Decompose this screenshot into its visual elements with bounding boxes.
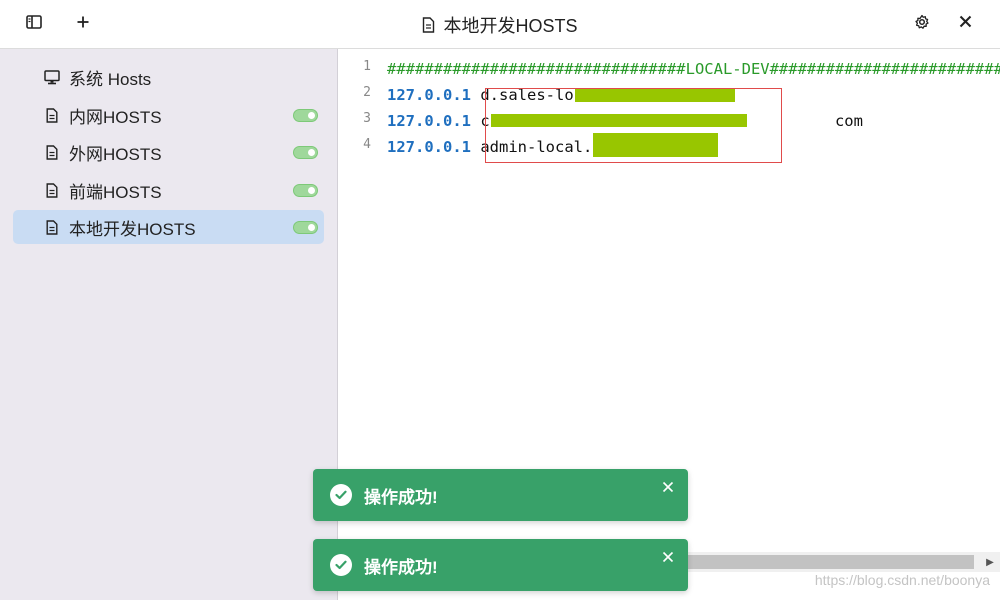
toast-message: 操作成功! — [364, 487, 438, 507]
enable-toggle[interactable] — [293, 109, 318, 122]
sidebar: 系统 Hosts 内网HOSTS 外网HOSTS 前端HOSTS 本地开发HOS… — [0, 49, 338, 600]
window-title: 本地开发HOSTS — [0, 0, 1000, 49]
enable-toggle[interactable] — [293, 146, 318, 159]
scroll-right-icon[interactable]: ▶ — [980, 552, 1000, 572]
sidebar-item-label: 外网HOSTS — [69, 144, 162, 164]
document-icon — [422, 16, 435, 33]
success-toast: 操作成功! — [313, 539, 688, 591]
add-hosts-button[interactable] — [68, 9, 98, 39]
line-number: 3 — [363, 111, 371, 126]
sidebar-item-label: 内网HOSTS — [69, 107, 162, 127]
check-circle-icon — [330, 484, 352, 506]
sidebar-item-label: 本地开发HOSTS — [69, 219, 196, 239]
ip-address: 127.0.0.1 — [387, 138, 471, 156]
monitor-icon — [42, 69, 62, 85]
success-toast: 操作成功! — [313, 469, 688, 521]
plus-icon — [76, 15, 90, 34]
sidebar-item-label: 系统 Hosts — [69, 69, 152, 89]
highlight-box — [485, 88, 782, 163]
toast-message: 操作成功! — [364, 557, 438, 577]
ip-address: 127.0.0.1 — [387, 86, 471, 104]
ip-address: 127.0.0.1 — [387, 112, 471, 130]
close-icon[interactable] — [660, 479, 676, 495]
sidebar-toggle-button[interactable] — [19, 9, 49, 39]
document-icon — [42, 219, 62, 235]
sidebar-icon — [26, 14, 42, 34]
document-icon — [42, 182, 62, 198]
sidebar-item-frontend-hosts[interactable]: 前端HOSTS — [13, 173, 324, 207]
close-window-button[interactable] — [950, 9, 980, 39]
line-number: 2 — [363, 85, 371, 100]
watermark: https://blog.csdn.net/boonya — [814, 572, 990, 588]
gear-icon — [914, 14, 930, 35]
comment-text: ################################LOCAL-DE… — [387, 60, 1000, 78]
settings-button[interactable] — [907, 9, 937, 39]
sidebar-item-label: 前端HOSTS — [69, 182, 162, 202]
title-bar: 本地开发HOSTS — [0, 0, 1000, 49]
line-number: 1 — [363, 59, 371, 74]
document-icon — [42, 107, 62, 123]
close-icon[interactable] — [660, 549, 676, 565]
sidebar-item-internet-hosts[interactable]: 外网HOSTS — [13, 135, 324, 169]
line-number: 4 — [363, 137, 371, 152]
code-line: ################################LOCAL-DE… — [387, 60, 1000, 78]
document-icon — [42, 144, 62, 160]
check-circle-icon — [330, 554, 352, 576]
enable-toggle[interactable] — [293, 221, 318, 234]
sidebar-item-system-hosts[interactable]: 系统 Hosts — [13, 60, 324, 94]
enable-toggle[interactable] — [293, 184, 318, 197]
close-icon — [959, 15, 972, 33]
sidebar-item-intranet-hosts[interactable]: 内网HOSTS — [13, 98, 324, 132]
sidebar-item-local-dev-hosts[interactable]: 本地开发HOSTS — [13, 210, 324, 244]
window-title-text: 本地开发HOSTS — [443, 15, 578, 36]
scrollbar-thumb[interactable] — [664, 555, 974, 569]
